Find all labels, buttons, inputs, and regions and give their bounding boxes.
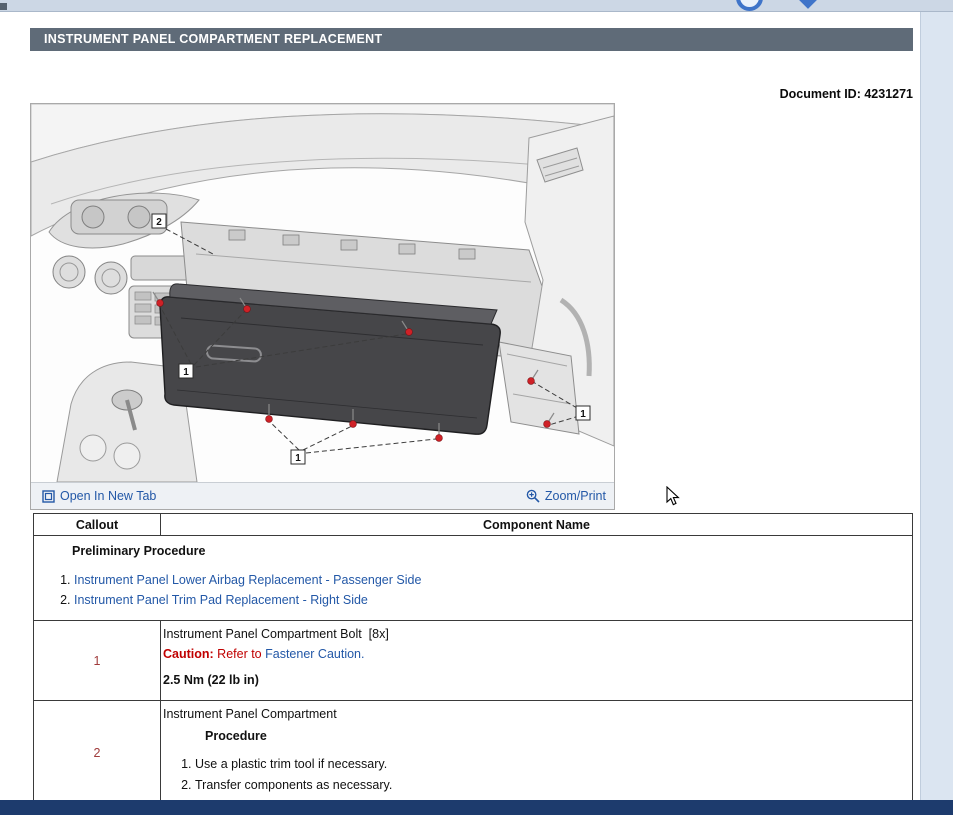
- list-item: Instrument Panel Lower Airbag Replacemen…: [74, 570, 902, 590]
- callout-table: Callout Component Name Preliminary Proce…: [33, 513, 913, 805]
- component-column-header: Component Name: [161, 514, 913, 536]
- fastener-caution-link[interactable]: Fastener Caution.: [265, 647, 364, 661]
- notification-icon[interactable]: [736, 0, 763, 11]
- preliminary-procedure-title: Preliminary Procedure: [72, 544, 902, 558]
- table-row: 2 Instrument Panel Compartment Procedure…: [34, 701, 913, 805]
- preliminary-link-airbag[interactable]: Instrument Panel Lower Airbag Replacemen…: [74, 573, 421, 587]
- preliminary-link-trim-pad[interactable]: Instrument Panel Trim Pad Replacement - …: [74, 593, 368, 607]
- figure-container: 2 1 1 1 Open In New Tab Zoom/Print: [30, 103, 615, 510]
- preliminary-procedure-row: Preliminary Procedure Instrument Panel L…: [34, 536, 913, 621]
- list-item: Instrument Panel Trim Pad Replacement - …: [74, 590, 902, 610]
- open-in-new-tab-label: Open In New Tab: [60, 489, 156, 503]
- figure-callout-label: 2: [156, 217, 162, 228]
- zoom-icon: [526, 489, 540, 503]
- procedure-step-list: Use a plastic trim tool if necessary. Tr…: [171, 754, 904, 796]
- open-in-new-tab-link[interactable]: Open In New Tab: [42, 489, 156, 503]
- instrument-panel-diagram: 2 1 1 1: [31, 104, 614, 482]
- table-header-row: Callout Component Name: [34, 514, 913, 536]
- mouse-cursor: [666, 486, 680, 506]
- zoom-print-link[interactable]: Zoom/Print: [526, 489, 606, 503]
- callout-number: 2: [34, 701, 161, 805]
- callout-number: 1: [34, 621, 161, 701]
- bookmark-icon[interactable]: [798, 0, 818, 9]
- procedure-title: Procedure: [205, 726, 904, 746]
- zoom-print-label: Zoom/Print: [545, 489, 606, 503]
- chrome-fleck: [0, 3, 7, 10]
- scrollbar-track[interactable]: [920, 12, 953, 800]
- procedure-step: Transfer components as necessary.: [195, 775, 904, 796]
- document-id: Document ID: 4231271: [780, 87, 913, 101]
- caution-label: Caution:: [163, 647, 214, 661]
- component-name: Instrument Panel Compartment Bolt [8x]: [163, 624, 904, 644]
- table-row: 1 Instrument Panel Compartment Bolt [8x]…: [34, 621, 913, 701]
- figure-toolbar: Open In New Tab Zoom/Print: [31, 482, 614, 509]
- browser-chrome-strip: [0, 0, 953, 12]
- open-in-new-tab-icon: [42, 490, 55, 503]
- preliminary-procedure-list: Instrument Panel Lower Airbag Replacemen…: [50, 570, 902, 610]
- figure-callout-label: 1: [580, 409, 586, 420]
- component-name: Instrument Panel Compartment: [163, 704, 904, 724]
- caution-text: Refer to: [217, 647, 261, 661]
- figure-callout-label: 1: [295, 453, 301, 464]
- callout-column-header: Callout: [34, 514, 161, 536]
- torque-spec: 2.5 Nm (22 lb in): [163, 673, 904, 687]
- procedure-step: Use a plastic trim tool if necessary.: [195, 754, 904, 775]
- footer-bar: [0, 800, 953, 815]
- caution-line: Caution: Refer to Fastener Caution.: [163, 644, 904, 664]
- section-header: INSTRUMENT PANEL COMPARTMENT REPLACEMENT: [30, 28, 913, 51]
- figure-callout-label: 1: [183, 367, 189, 378]
